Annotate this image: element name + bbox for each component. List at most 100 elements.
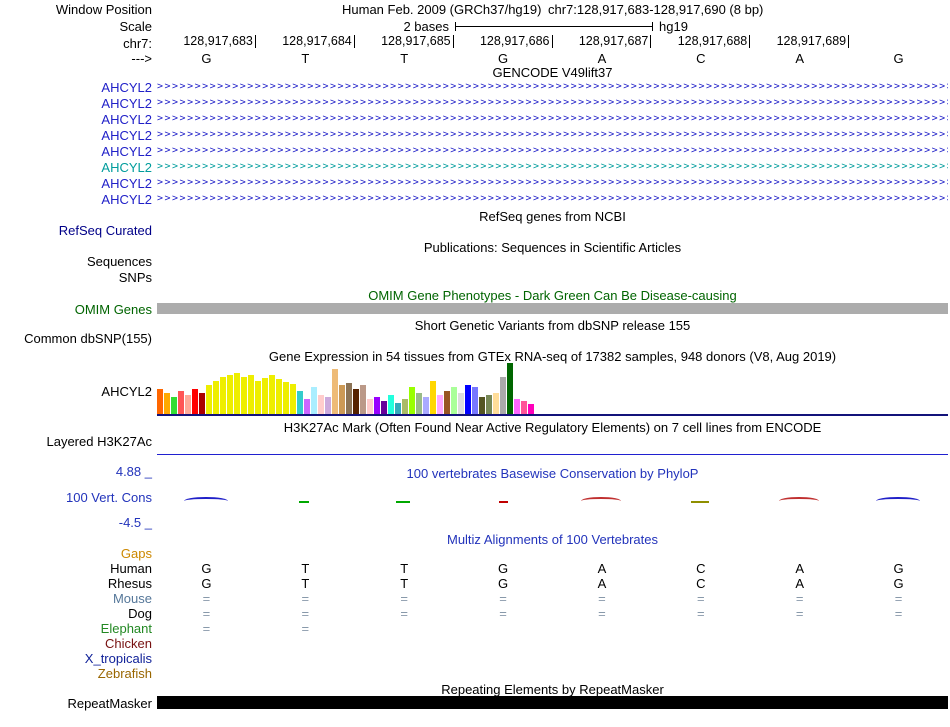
species-label-dog[interactable]: Dog — [0, 606, 152, 621]
alignment-cell: A — [795, 576, 805, 591]
tissue-expression-bar — [339, 385, 345, 415]
track-title-dbsnp[interactable]: Short Genetic Variants from dbSNP releas… — [157, 318, 948, 333]
gene-label-ahcyl2[interactable]: AHCYL2 — [0, 144, 152, 159]
tissue-expression-bar — [472, 387, 478, 415]
alignment-cell: = — [795, 606, 804, 621]
alignment-cell: = — [697, 606, 705, 621]
gene-transcript-track[interactable]: >>>>>>>>>>>>>>>>>>>>>>>>>>>>>>>>>>>>>>>>… — [157, 144, 948, 159]
gene-transcript-track[interactable]: >>>>>>>>>>>>>>>>>>>>>>>>>>>>>>>>>>>>>>>>… — [157, 128, 948, 143]
alignment-cell: = — [301, 591, 310, 606]
alignment-cell — [355, 621, 454, 636]
tissue-expression-bar — [521, 401, 527, 415]
track-title-publications[interactable]: Publications: Sequences in Scientific Ar… — [157, 240, 948, 255]
gtex-gene-label[interactable]: AHCYL2 — [0, 384, 152, 399]
tissue-expression-bar — [514, 399, 520, 415]
scale-bar — [455, 26, 652, 27]
gene-label-ahcyl2[interactable]: AHCYL2 — [0, 128, 152, 143]
alignment-cell: = — [499, 606, 507, 621]
gene-transcript-track[interactable]: >>>>>>>>>>>>>>>>>>>>>>>>>>>>>>>>>>>>>>>>… — [157, 96, 948, 111]
coordinate-label: 128,917,685 — [355, 35, 454, 48]
gtex-expression-bars[interactable] — [157, 363, 534, 415]
species-label-elephant[interactable]: Elephant — [0, 621, 152, 636]
species-label-rhesus[interactable]: Rhesus — [0, 576, 152, 591]
tissue-expression-bar — [402, 399, 408, 415]
tissue-expression-bar — [283, 382, 289, 415]
alignment-row-mouse: = = = = = = = = — [157, 591, 948, 606]
h3k27ac-baseline — [157, 454, 948, 455]
coordinate-label: 128,917,686 — [454, 35, 553, 48]
alignment-cell — [651, 621, 750, 636]
tissue-expression-bar — [318, 395, 324, 415]
tissue-expression-bar — [262, 378, 268, 415]
gene-transcript-track[interactable]: >>>>>>>>>>>>>>>>>>>>>>>>>>>>>>>>>>>>>>>>… — [157, 176, 948, 191]
tissue-expression-bar — [185, 395, 191, 415]
alignment-cell: T — [400, 576, 409, 591]
tissue-expression-bar — [157, 389, 163, 415]
alignment-cell: = — [499, 591, 507, 606]
gene-transcript-track[interactable]: >>>>>>>>>>>>>>>>>>>>>>>>>>>>>>>>>>>>>>>>… — [157, 80, 948, 95]
gene-label-ahcyl2[interactable]: AHCYL2 — [0, 80, 152, 95]
gtex-baseline — [157, 414, 948, 416]
gene-label-ahcyl2[interactable]: AHCYL2 — [0, 192, 152, 207]
gene-label-ahcyl2[interactable]: AHCYL2 — [0, 112, 152, 127]
tissue-expression-bar — [227, 375, 233, 415]
track-title-h3k27ac[interactable]: H3K27Ac Mark (Often Found Near Active Re… — [157, 420, 948, 435]
track-title-multiz[interactable]: Multiz Alignments of 100 Vertebrates — [157, 532, 948, 547]
wiggle-dash — [396, 501, 410, 503]
tissue-expression-bar — [234, 373, 240, 415]
assembly-title: Human Feb. 2009 (GRCh37/hg19) — [342, 2, 542, 17]
species-label-x-tropicalis[interactable]: X_tropicalis — [0, 651, 152, 666]
track-title-conservation[interactable]: 100 vertebrates Basewise Conservation by… — [157, 466, 948, 481]
base-letter: T — [400, 51, 409, 66]
alignment-row-human: GTTGACAG — [157, 561, 948, 576]
gene-transcript-track[interactable]: >>>>>>>>>>>>>>>>>>>>>>>>>>>>>>>>>>>>>>>>… — [157, 160, 948, 175]
tissue-expression-bar — [374, 397, 380, 415]
base-letter: G — [201, 51, 212, 66]
species-label-mouse[interactable]: Mouse — [0, 591, 152, 606]
tissue-expression-bar — [164, 393, 170, 415]
gene-transcript-track[interactable]: >>>>>>>>>>>>>>>>>>>>>>>>>>>>>>>>>>>>>>>>… — [157, 112, 948, 127]
repeatmasker-bar[interactable] — [157, 696, 948, 709]
tissue-expression-bar — [297, 391, 303, 415]
gene-transcript-track[interactable]: >>>>>>>>>>>>>>>>>>>>>>>>>>>>>>>>>>>>>>>>… — [157, 192, 948, 207]
scale-tick-left — [455, 22, 456, 31]
base-letter: G — [498, 51, 509, 66]
track-title-gtex[interactable]: Gene Expression in 54 tissues from GTEx … — [157, 349, 948, 364]
tissue-expression-bar — [493, 393, 499, 415]
alignment-cell: = — [598, 606, 606, 621]
tissue-expression-bar — [346, 383, 352, 415]
omim-gene-bar[interactable] — [157, 303, 948, 314]
species-label-human[interactable]: Human — [0, 561, 152, 576]
alignment-cell: T — [301, 576, 310, 591]
conservation-track-label: 100 Vert. Cons — [66, 490, 152, 505]
coordinate-label: 128,917,689 — [750, 35, 850, 48]
tissue-expression-bar — [381, 401, 387, 415]
track-title-omim[interactable]: OMIM Gene Phenotypes - Dark Green Can Be… — [157, 288, 948, 303]
species-label-chicken[interactable]: Chicken — [0, 636, 152, 651]
gene-label-ahcyl2[interactable]: AHCYL2 — [0, 96, 152, 111]
track-title-refseq[interactable]: RefSeq genes from NCBI — [157, 209, 948, 224]
coordinate-label: 128,917,684 — [256, 35, 355, 48]
tissue-expression-bar — [199, 393, 205, 415]
track-title-gencode[interactable]: GENCODE V49lift37 — [157, 65, 948, 80]
alignment-cell: G — [893, 561, 904, 576]
coordinate-ruler: 128,917,683 128,917,684 128,917,685 128,917… — [157, 35, 850, 48]
tissue-expression-bar — [276, 379, 282, 415]
alignment-cell: A — [795, 561, 805, 576]
tissue-expression-bar — [458, 393, 464, 415]
track-title-repeatmasker[interactable]: Repeating Elements by RepeatMasker — [157, 682, 948, 697]
wiggle-dash — [691, 501, 709, 503]
tissue-expression-bar — [388, 395, 394, 415]
position-display: chr7:128,917,683-128,917,690 (8 bp) — [548, 2, 764, 17]
scale-value: 2 bases — [403, 19, 449, 34]
alignment-row-dog: = = = = = = = = — [157, 606, 948, 621]
repeatmasker-label: RepeatMasker — [67, 696, 152, 711]
refseq-curated-label[interactable]: RefSeq Curated — [0, 223, 152, 238]
species-label-zebrafish[interactable]: Zebrafish — [0, 666, 152, 681]
tissue-expression-bar — [269, 375, 275, 415]
base-row: GTTGACAG — [157, 51, 948, 66]
gene-label-ahcyl2[interactable]: AHCYL2 — [0, 160, 152, 175]
species-label-gaps[interactable]: Gaps — [0, 546, 152, 561]
gene-label-ahcyl2[interactable]: AHCYL2 — [0, 176, 152, 191]
alignment-cell: = — [202, 591, 211, 606]
